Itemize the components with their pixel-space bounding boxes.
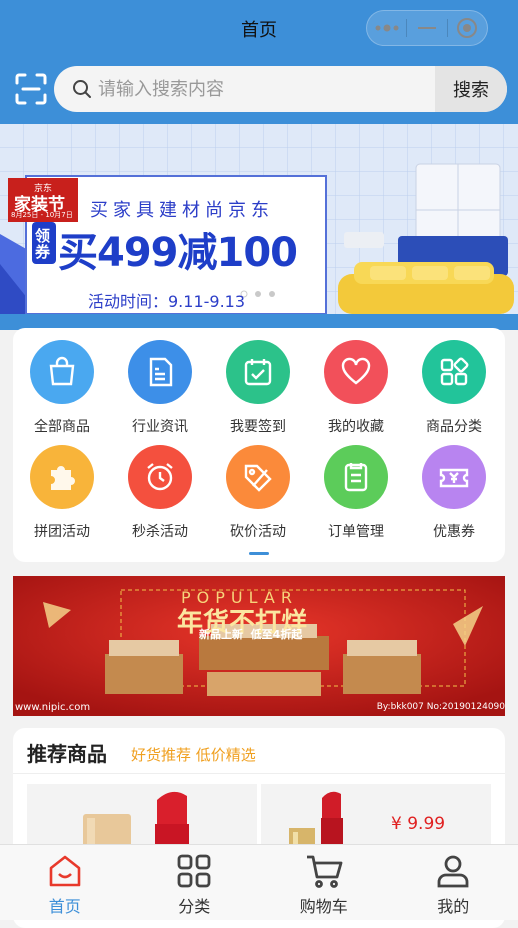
- page-indicator: [249, 552, 269, 555]
- search-box: 搜索: [54, 66, 507, 112]
- grid-item-group-buy[interactable]: 拼团活动: [13, 445, 111, 541]
- promo-watermark-right: By:bkk007 No:20190124090: [377, 702, 505, 712]
- tab-category[interactable]: 分类: [130, 845, 260, 920]
- shopping-bag-icon: [30, 340, 94, 404]
- tab-cart[interactable]: 购物车: [259, 845, 389, 920]
- scan-icon: [14, 72, 48, 106]
- tab-mine[interactable]: 我的: [389, 845, 518, 920]
- product-price: ¥ 9.99: [391, 814, 445, 834]
- grid-item-label: 砍价活动: [209, 521, 307, 541]
- grid-item-coupons[interactable]: 优惠券: [405, 445, 503, 541]
- miniprogram-capsule: [366, 10, 488, 46]
- grid-item-categories[interactable]: 商品分类: [405, 340, 503, 436]
- carousel-banner[interactable]: 京东 家装节 8月25日 - 10月7日 买家具建材尚京东 领券 买499减10…: [0, 124, 518, 314]
- grid-item-label: 优惠券: [405, 521, 503, 541]
- minimize-button[interactable]: [407, 11, 446, 45]
- promo-subtitle: 新品上新 低至4折起: [199, 626, 302, 642]
- title-bar: 首页: [0, 0, 518, 56]
- grid-item-label: 秒杀活动: [111, 521, 209, 541]
- grid-item-label: 行业资讯: [111, 416, 209, 436]
- function-grid: 全部商品 行业资讯 我要签到 我的收藏 商品分类 拼团活动 秒杀活动: [13, 328, 505, 562]
- grid-item-label: 商品分类: [405, 416, 503, 436]
- more-dots-icon: [374, 24, 400, 32]
- grid-item-check-in[interactable]: 我要签到: [209, 340, 307, 436]
- search-input[interactable]: [98, 74, 418, 104]
- user-icon: [435, 853, 471, 889]
- category-grid-icon: [422, 340, 486, 404]
- grid-item-label: 我要签到: [209, 416, 307, 436]
- home-icon: [47, 853, 83, 889]
- scan-button[interactable]: [14, 72, 48, 106]
- minus-icon: [417, 26, 437, 30]
- bottom-tab-bar: 首页 分类 购物车 我的: [0, 844, 518, 920]
- search-row: 搜索: [0, 66, 518, 112]
- grid-item-favorites[interactable]: 我的收藏: [307, 340, 405, 436]
- search-icon: [72, 79, 92, 99]
- close-miniprogram-button[interactable]: [448, 11, 487, 45]
- grid-item-label: 我的收藏: [307, 416, 405, 436]
- alarm-clock-icon: [128, 445, 192, 509]
- banner-offer: 买499减100: [58, 220, 297, 278]
- grid-item-label: 拼团活动: [13, 521, 111, 541]
- search-button[interactable]: 搜索: [435, 66, 507, 112]
- banner-coupon-tag: 领券: [35, 228, 53, 260]
- banner-period: 活动时间：9.11-9.13: [88, 288, 245, 312]
- promo-banner[interactable]: POPULAR 年货不打烊 新品上新 低至4折起 www.nipic.com B…: [13, 576, 505, 716]
- recommend-header: 推荐商品 好货推荐 低价精选: [13, 728, 505, 774]
- puzzle-icon: [30, 445, 94, 509]
- recommend-subtitle: 好货推荐 低价精选: [131, 744, 256, 765]
- banner-brand-date: 8月25日 - 10月7日: [11, 210, 73, 220]
- tab-home[interactable]: 首页: [0, 845, 130, 920]
- heart-icon: [324, 340, 388, 404]
- grid-item-bargain[interactable]: 砍价活动: [209, 445, 307, 541]
- recommend-title: 推荐商品: [27, 738, 107, 767]
- tab-label: 购物车: [300, 893, 348, 917]
- cart-icon: [305, 853, 343, 889]
- banner-headline: 买家具建材尚京东: [90, 196, 274, 222]
- calendar-check-icon: [226, 340, 290, 404]
- grid-item-orders[interactable]: 订单管理: [307, 445, 405, 541]
- order-list-icon: [324, 445, 388, 509]
- category-icon: [176, 853, 212, 889]
- grid-item-all-products[interactable]: 全部商品: [13, 340, 111, 436]
- yellow-sofa: [338, 262, 514, 314]
- tab-label: 分类: [178, 893, 210, 917]
- more-button[interactable]: [367, 11, 406, 45]
- tab-label: 首页: [49, 893, 81, 917]
- grid-item-flash-sale[interactable]: 秒杀活动: [111, 445, 209, 541]
- target-circle-icon: [456, 17, 478, 39]
- grid-item-label: 订单管理: [307, 521, 405, 541]
- promo-watermark-left: www.nipic.com: [15, 702, 90, 713]
- grid-item-label: 全部商品: [13, 416, 111, 436]
- coupon-yen-icon: [422, 445, 486, 509]
- tab-label: 我的: [437, 893, 469, 917]
- grid-item-industry-news[interactable]: 行业资讯: [111, 340, 209, 436]
- news-document-icon: [128, 340, 192, 404]
- price-tag-icon: [226, 445, 290, 509]
